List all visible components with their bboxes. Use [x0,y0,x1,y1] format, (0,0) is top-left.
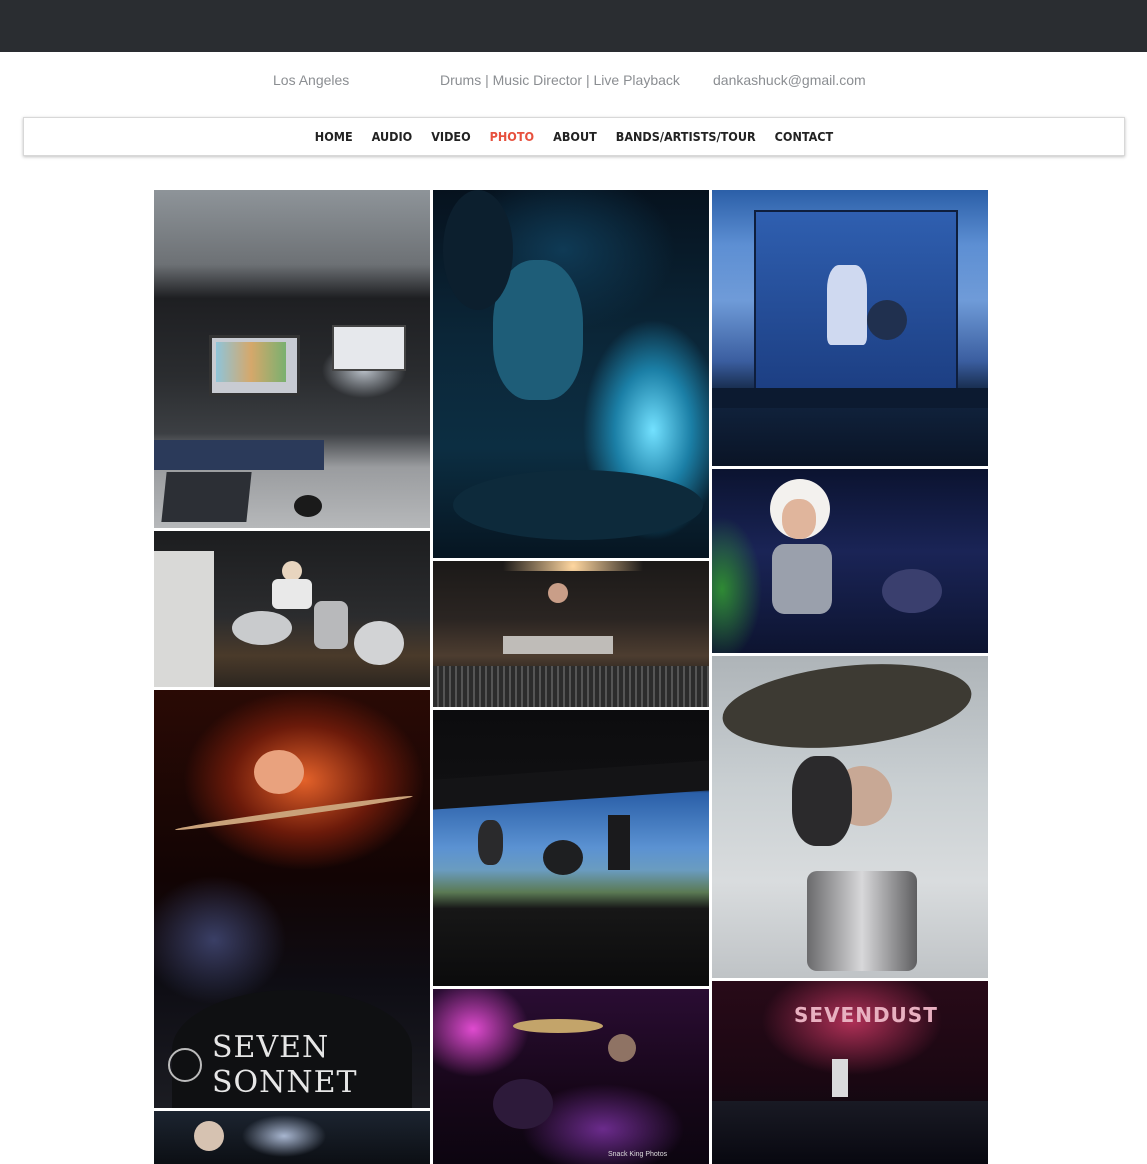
photo-playback-rig[interactable] [154,190,430,528]
email-link[interactable]: dankashuck@gmail.com [713,72,866,88]
photo-outdoor-stage[interactable] [433,710,709,986]
roles-text: Drums | Music Director | Live Playback [440,72,680,88]
nav-video[interactable]: VIDEO [431,129,470,144]
photo-blue-drummer[interactable] [433,190,709,558]
location-text: Los Angeles [273,72,350,88]
nav-photo[interactable]: PHOTO [490,129,534,144]
photo-credit-caption: Snack King Photos [608,1151,668,1158]
sevendust-caption: SEVENDUST [794,1003,938,1027]
seven-sonnet-caption: SEVEN SONNET [212,1030,358,1100]
photo-seven-sonnet-drummer[interactable]: SEVEN SONNET [154,690,430,1108]
top-bar [0,0,1147,52]
photo-sevendust-concert[interactable]: SEVENDUST [712,981,988,1164]
nav-about[interactable]: ABOUT [553,129,597,144]
photo-screen-stage[interactable] [712,190,988,466]
photo-cymbal-drummer[interactable] [712,656,988,978]
photo-studio-drummer[interactable] [154,531,430,687]
nav-bands-artists-tour[interactable]: BANDS/ARTISTS/TOUR [616,129,756,144]
nav-home[interactable]: HOME [315,129,353,144]
main-nav: HOME AUDIO VIDEO PHOTO ABOUT BANDS/ARTIS… [23,117,1125,156]
nav-audio[interactable]: AUDIO [372,129,413,144]
photo-dark-stage[interactable] [154,1111,430,1164]
nav-contact[interactable]: CONTACT [775,129,834,144]
photo-purple-drummer[interactable]: Snack King Photos [433,989,709,1164]
photo-rehearsal[interactable] [433,561,709,707]
photo-blonde-singer[interactable] [712,469,988,653]
